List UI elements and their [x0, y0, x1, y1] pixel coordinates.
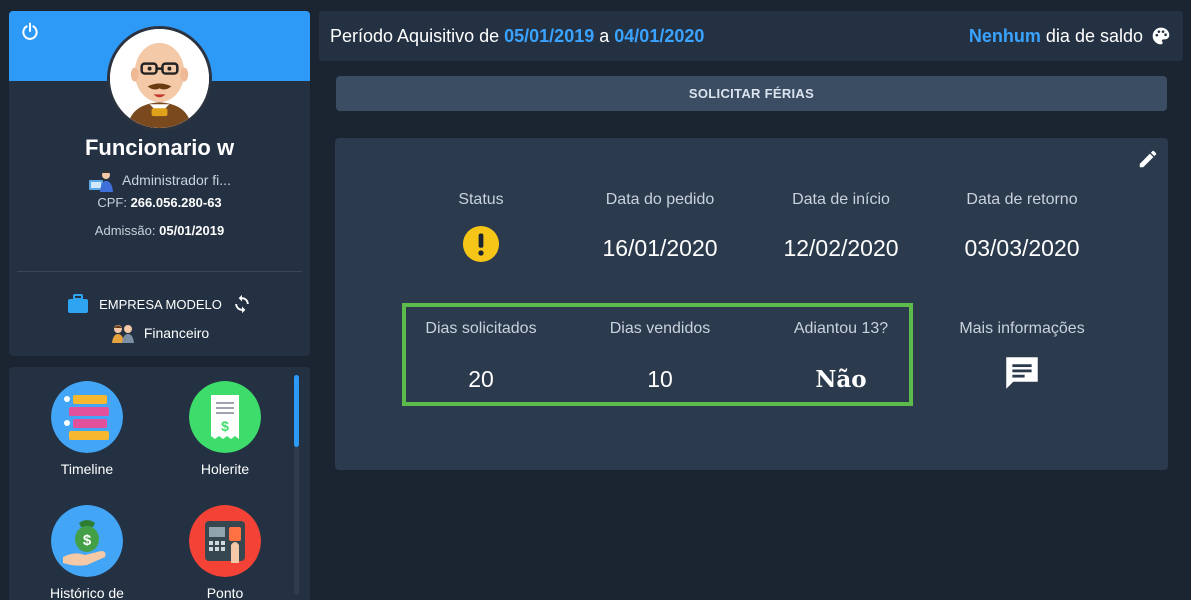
start-date-value: 12/02/2020 [783, 235, 899, 261]
period-start-date: 05/01/2019 [504, 25, 595, 46]
svg-text:$: $ [221, 418, 229, 434]
balance-highlight: Nenhum [968, 25, 1041, 46]
cpf-line: CPF: 266.056.280-63 [9, 195, 310, 210]
more-info-column: Mais informações [932, 320, 1112, 399]
warning-icon [462, 225, 500, 263]
department-name: Financeiro [143, 325, 210, 341]
sold-days-column: Dias vendidos 10 [570, 320, 750, 393]
avatar [107, 26, 212, 131]
app-label: Ponto [206, 585, 244, 600]
return-date-label: Data de retorno [966, 191, 1078, 208]
timeline-icon [51, 381, 123, 453]
sold-days-label: Dias vendidos [609, 320, 711, 337]
period-header: Período Aquisitivo de 05/01/2019 a 04/01… [319, 11, 1183, 61]
period-text: Período Aquisitivo de 05/01/2019 a 04/01… [330, 26, 704, 47]
payslip-icon: $ [189, 381, 261, 453]
admission-value: 05/01/2019 [159, 223, 225, 238]
balance-suffix: dia de saldo [1045, 25, 1143, 46]
role-row: Administrador fi... [9, 168, 310, 192]
balance: Nenhum dia de saldo [969, 26, 1171, 47]
request-vacation-button[interactable]: SOLICITAR FÉRIAS [336, 76, 1167, 111]
requested-days-value: 20 [468, 366, 494, 392]
period-prefix: Período Aquisitivo de [330, 25, 500, 46]
team-icon [111, 325, 134, 343]
cpf-value: 266.056.280-63 [130, 195, 222, 210]
apps-panel: Timeline $ Holerite $ Histórico de Ponto [9, 367, 310, 600]
app-salary-history[interactable]: $ Histórico de [27, 505, 147, 600]
app-label: Histórico de [50, 585, 124, 600]
cpf-label: CPF: [97, 195, 127, 210]
administrator-icon [89, 170, 114, 192]
advance-label: Adiantou 13? [793, 320, 889, 337]
app-time-clock[interactable]: Ponto [165, 505, 285, 600]
admission-label: Admissão: [94, 223, 156, 238]
status-label: Status [458, 191, 504, 208]
profile-name: Funcionario w [84, 135, 235, 160]
chat-icon[interactable] [1001, 352, 1043, 394]
period-end-date: 04/01/2020 [614, 25, 705, 46]
company-name: EMPRESA MODELO [99, 296, 222, 312]
app-timeline[interactable]: Timeline [27, 381, 147, 477]
order-date-value: 16/01/2020 [602, 235, 718, 261]
return-date-column: Data de retorno 03/03/2020 [932, 191, 1112, 262]
sold-days-value: 10 [647, 366, 673, 392]
department-row: Financeiro [9, 323, 310, 343]
time-clock-icon [189, 505, 261, 577]
app-label: Timeline [60, 461, 114, 477]
status-column: Status [391, 191, 571, 268]
switch-company-icon[interactable] [232, 294, 252, 314]
order-date-label: Data do pedido [605, 191, 715, 208]
vacation-detail-card: Status Data do pedido 16/01/2020 Data de… [335, 138, 1168, 470]
app-holerite[interactable]: $ Holerite [165, 381, 285, 477]
power-icon[interactable] [20, 21, 40, 41]
role-label: Administrador fi... [122, 172, 231, 188]
svg-text:$: $ [83, 532, 92, 549]
edit-icon[interactable] [1137, 148, 1159, 170]
divider [17, 271, 302, 272]
advance-value: Não [815, 366, 867, 393]
palette-icon[interactable] [1151, 26, 1171, 46]
start-date-label: Data de início [792, 191, 890, 208]
company-row: EMPRESA MODELO [9, 294, 310, 314]
more-info-label: Mais informações [959, 320, 1085, 337]
scroll-thumb[interactable] [294, 375, 299, 447]
start-date-column: Data de início 12/02/2020 [751, 191, 931, 262]
order-date-column: Data do pedido 16/01/2020 [570, 191, 750, 262]
salary-history-icon: $ [51, 505, 123, 577]
return-date-value: 03/03/2020 [964, 235, 1080, 261]
advance-column: Adiantou 13? Não [751, 320, 931, 393]
apps-scrollbar[interactable] [294, 375, 299, 595]
period-connector: a [599, 25, 610, 46]
requested-days-column: Dias solicitados 20 [391, 320, 571, 393]
profile-card: Funcionario w Administrador fi... CPF: 2… [9, 11, 310, 356]
requested-days-label: Dias solicitados [425, 320, 537, 337]
briefcase-icon [68, 294, 89, 313]
app-label: Holerite [200, 461, 250, 477]
admission-line: Admissão: 05/01/2019 [9, 223, 310, 238]
